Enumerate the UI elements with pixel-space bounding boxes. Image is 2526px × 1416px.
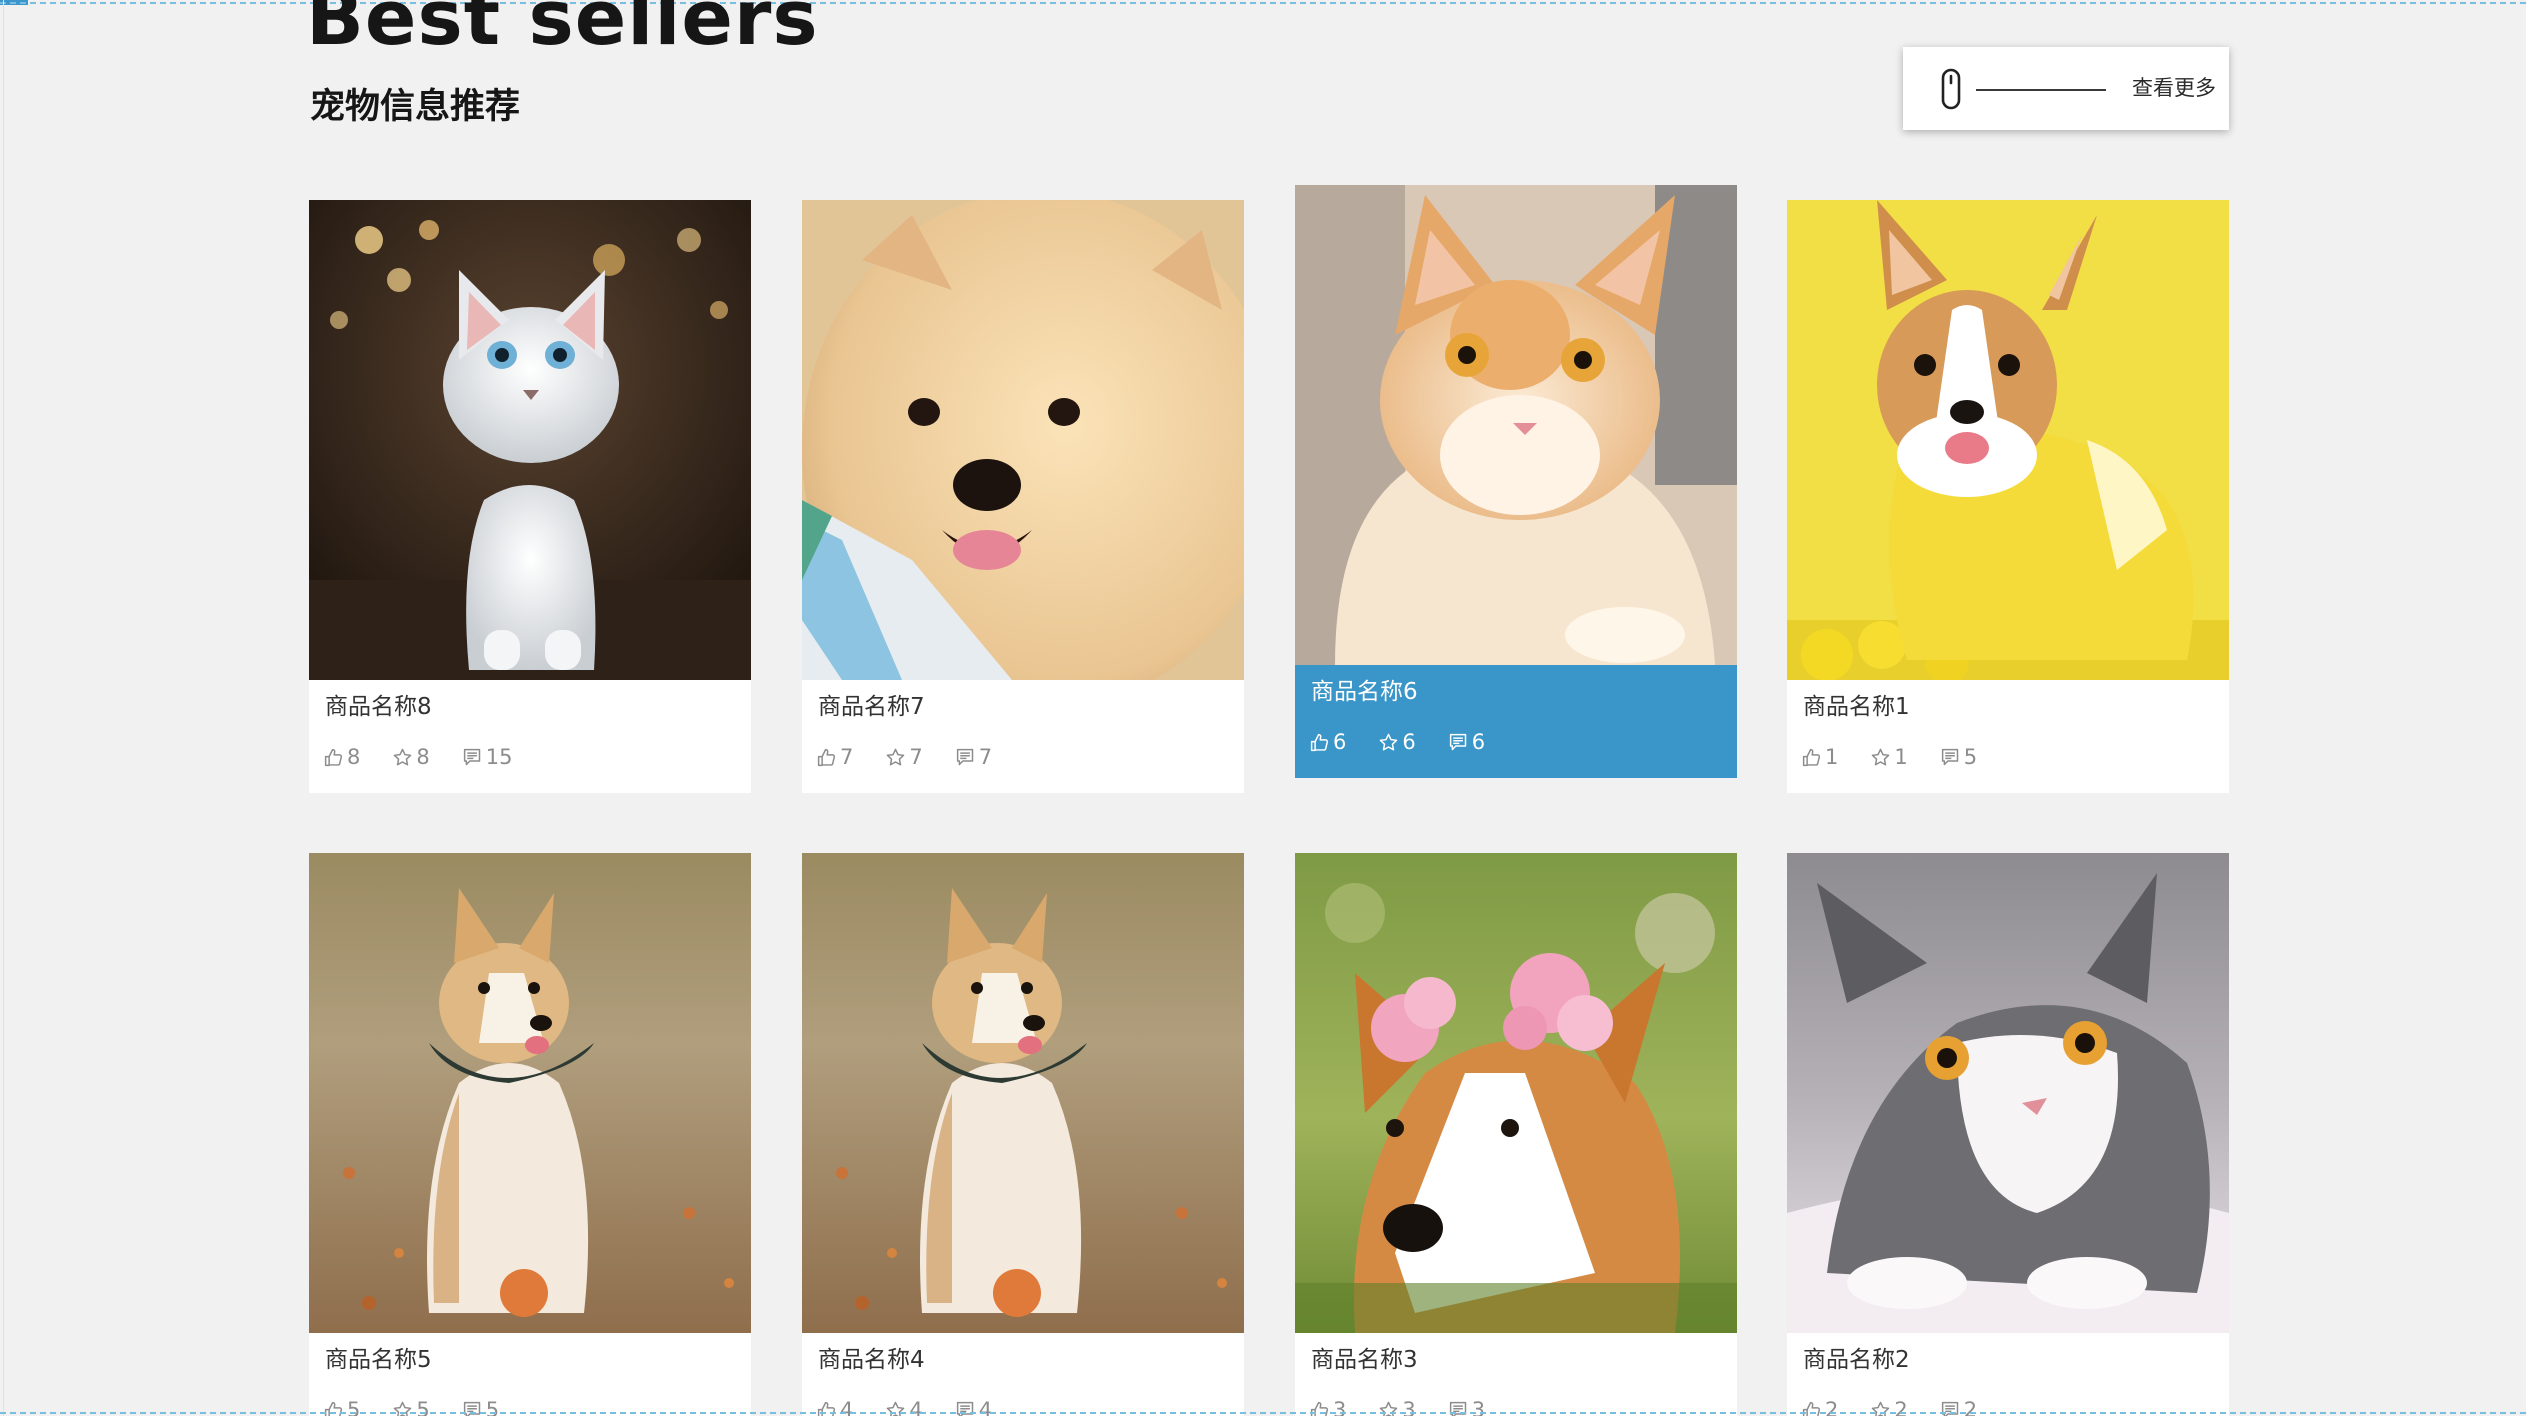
product-stats: 6 6 6 (1309, 725, 1517, 759)
favorites-count: 6 (1402, 730, 1416, 754)
akita-puppy-photo (802, 853, 1244, 1333)
corgi-flowers-photo (1295, 853, 1737, 1333)
bottom-dashed-guide (0, 1412, 2526, 1414)
product-card-active[interactable]: 商品名称6 6 6 6 (1295, 185, 1737, 778)
comments-stat[interactable]: 6 (1448, 730, 1485, 754)
comment-icon (1941, 748, 1958, 765)
product-name: 商品名称2 (1803, 1347, 1910, 1373)
thumb-up-icon (817, 748, 836, 766)
star-icon (1872, 748, 1890, 766)
likes-count: 8 (347, 745, 361, 769)
product-name: 商品名称3 (1311, 1347, 1418, 1373)
product-name: 商品名称1 (1803, 694, 1910, 720)
likes-count: 1 (1825, 745, 1839, 769)
product-stats: 8 8 15 (323, 740, 544, 774)
star-icon (1380, 733, 1398, 751)
akita-puppy-photo (309, 853, 751, 1333)
favorites-count: 7 (909, 745, 923, 769)
white-kitten-photo (309, 200, 751, 680)
product-name: 商品名称7 (818, 694, 925, 720)
gray-white-cat-photo (1787, 853, 2229, 1333)
product-name: 商品名称4 (818, 1347, 925, 1373)
likes-count: 6 (1333, 730, 1347, 754)
product-stats: 1 1 5 (1801, 740, 2009, 774)
comment-icon (463, 748, 480, 765)
comments-count: 7 (978, 745, 993, 769)
product-name: 商品名称6 (1311, 679, 1418, 705)
product-card[interactable]: 商品名称2 2 2 2 (1787, 853, 2229, 1416)
comments-count: 6 (1471, 730, 1486, 754)
product-card[interactable]: 商品名称4 4 4 4 (802, 853, 1244, 1416)
favorites-stat[interactable]: 1 (1870, 745, 1908, 769)
star-icon (394, 748, 412, 766)
corgi-yellow-shirt-photo (1787, 200, 2229, 680)
thumb-up-icon (1310, 733, 1329, 751)
product-card[interactable]: 商品名称5 5 5 5 (309, 853, 751, 1416)
favorites-stat[interactable]: 8 (392, 745, 430, 769)
thumb-up-icon (1802, 748, 1821, 766)
comments-count: 15 (485, 745, 513, 769)
page: Best sellers 宠物信息推荐 查看更多 商品名称8 8 8 15 商品… (0, 0, 2526, 1416)
likes-stat[interactable]: 8 (323, 745, 360, 769)
product-card[interactable]: 商品名称7 7 7 7 (802, 200, 1244, 793)
comments-count: 5 (1963, 745, 1978, 769)
product-card[interactable]: 商品名称3 3 3 3 (1295, 853, 1737, 1416)
product-card[interactable]: 商品名称1 1 1 5 (1787, 200, 2229, 793)
likes-stat[interactable]: 1 (1801, 745, 1838, 769)
comments-stat[interactable]: 5 (1940, 745, 1977, 769)
favorites-count: 1 (1894, 745, 1908, 769)
product-card[interactable]: 商品名称8 8 8 15 (309, 200, 751, 793)
comment-icon (956, 748, 973, 765)
orange-cat-photo (1295, 185, 1737, 665)
likes-stat[interactable]: 6 (1309, 730, 1346, 754)
favorites-count: 8 (416, 745, 430, 769)
likes-count: 7 (840, 745, 854, 769)
star-icon (887, 748, 905, 766)
pomeranian-photo (802, 200, 1244, 680)
product-grid: 商品名称8 8 8 15 商品名称7 7 7 7 商品名称6 6 6 6 商品名… (0, 0, 2526, 1416)
comment-icon (1449, 733, 1466, 750)
likes-stat[interactable]: 7 (816, 745, 853, 769)
comments-stat[interactable]: 15 (462, 745, 513, 769)
favorites-stat[interactable]: 7 (885, 745, 923, 769)
product-name: 商品名称5 (325, 1347, 432, 1373)
product-stats: 7 7 7 (816, 740, 1024, 774)
thumb-up-icon (324, 748, 343, 766)
comments-stat[interactable]: 7 (955, 745, 992, 769)
favorites-stat[interactable]: 6 (1378, 730, 1416, 754)
product-name: 商品名称8 (325, 694, 432, 720)
